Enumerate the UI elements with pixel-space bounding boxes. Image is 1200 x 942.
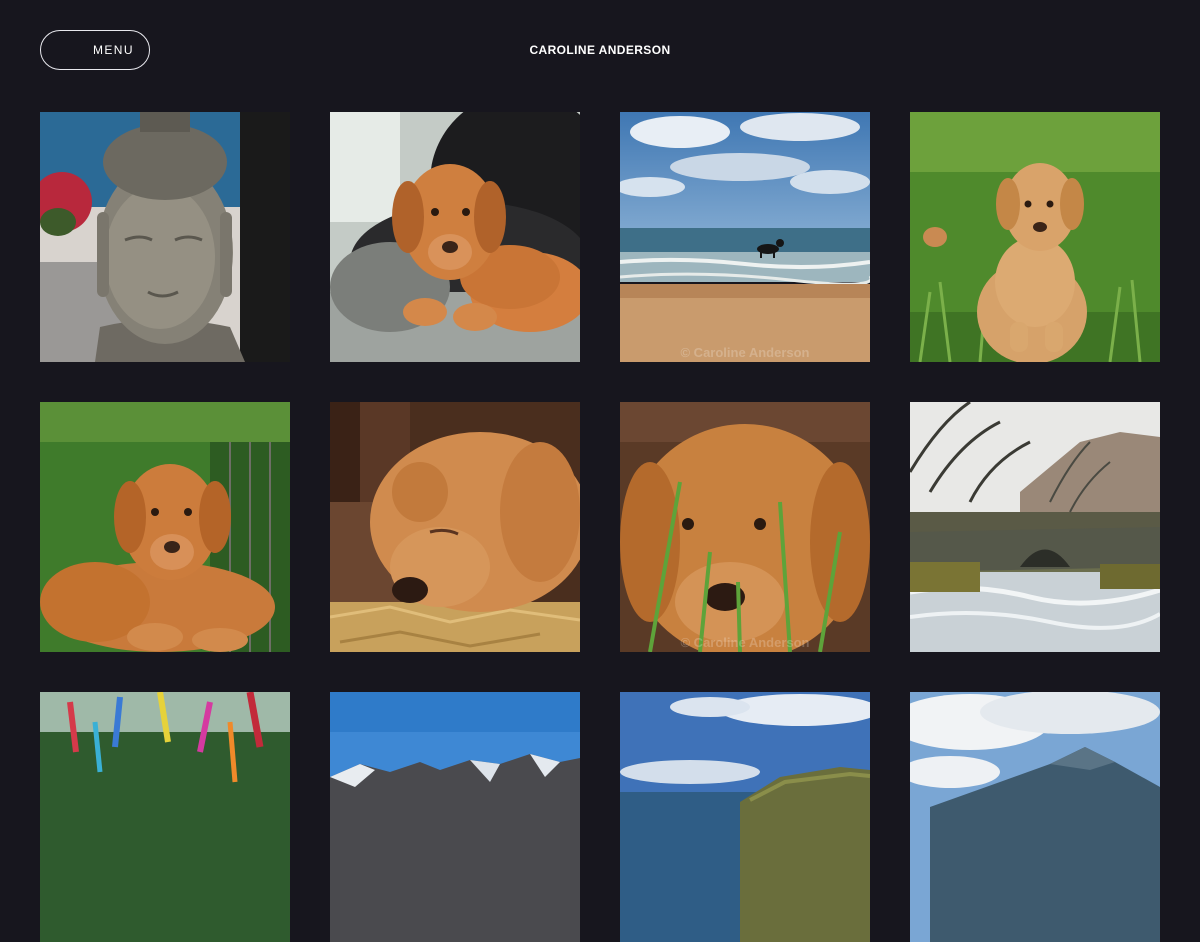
photo-dog-on-beach (620, 112, 870, 362)
gallery-tile-ribbons-on-tree[interactable] (40, 692, 290, 942)
photo-puppy-on-blanket (330, 112, 580, 362)
photo-watermark: © Caroline Anderson (680, 635, 810, 650)
photo-puppy-sleeping-on-straw (330, 402, 580, 652)
gallery-tile-puppy-face-in-grass[interactable]: © Caroline Anderson (620, 402, 870, 652)
gallery-tile-puppy-sleeping-on-straw[interactable] (330, 402, 580, 652)
photo-coastal-cliffs (620, 692, 870, 942)
gallery-tile-puppy-lying-in-grass[interactable] (40, 402, 290, 652)
gallery-tile-puppy-on-blanket[interactable] (330, 112, 580, 362)
gallery-tile-coastal-cliffs[interactable] (620, 692, 870, 942)
gallery-tile-snowy-mountains[interactable] (330, 692, 580, 942)
gallery-tile-buddha-statue[interactable] (40, 112, 290, 362)
site-header: MENU CAROLINE ANDERSON (0, 0, 1200, 100)
photo-puppy-sitting-in-grass (910, 112, 1160, 362)
photo-mountain-peak-clouds (910, 692, 1160, 942)
photo-watermark: © Caroline Anderson (680, 345, 810, 360)
photo-puppy-face-in-grass (620, 402, 870, 652)
gallery-tile-stone-bridge-river[interactable] (910, 402, 1160, 652)
photo-puppy-lying-in-grass (40, 402, 290, 652)
gallery-tile-puppy-sitting-in-grass[interactable] (910, 112, 1160, 362)
gallery-tile-dog-on-beach[interactable]: © Caroline Anderson (620, 112, 870, 362)
site-title[interactable]: CAROLINE ANDERSON (0, 43, 1200, 57)
photo-buddha-statue (40, 112, 290, 362)
photo-stone-bridge-river (910, 402, 1160, 652)
photo-ribbons-on-tree (40, 692, 290, 942)
photo-gallery: © Caroline Anderson © Caroline Anderson (40, 112, 1160, 942)
gallery-tile-mountain-peak-clouds[interactable] (910, 692, 1160, 942)
photo-snowy-mountains (330, 692, 580, 942)
